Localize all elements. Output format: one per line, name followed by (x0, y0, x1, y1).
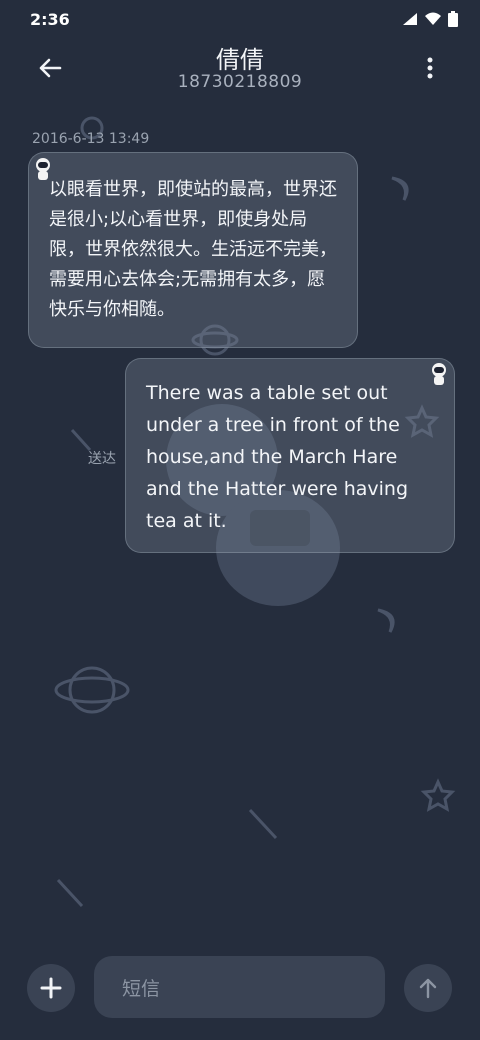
more-vert-icon[interactable] (418, 54, 442, 82)
status-icons (402, 11, 458, 27)
incoming-message-bubble[interactable]: 以眼看世界，即使站的最高，世界还是很小;以心看世界，即使身处局限，世界依然很大。… (28, 152, 358, 348)
send-arrow-icon (419, 978, 437, 999)
message-input[interactable]: 短信 (94, 956, 385, 1018)
add-attachment-button[interactable] (27, 964, 75, 1012)
astronaut-icon (36, 158, 50, 180)
incoming-message-text: 以眼看世界，即使站的最高，世界还是很小;以心看世界，即使身处局限，世界依然很大。… (49, 179, 337, 320)
battery-icon (448, 11, 458, 27)
moon-decoration (377, 608, 395, 633)
meteor-decoration (56, 878, 84, 908)
meteor-decoration (70, 428, 92, 452)
plus-icon (40, 977, 62, 999)
wifi-icon (425, 12, 441, 25)
send-button[interactable] (404, 964, 452, 1012)
moon-decoration (391, 176, 409, 201)
astronaut-icon (432, 363, 446, 385)
planet-decoration (54, 666, 130, 714)
delivery-status: 送达 (88, 451, 116, 467)
message-input-placeholder: 短信 (122, 977, 161, 1000)
meteor-decoration (248, 808, 278, 840)
outgoing-message-text: There was a table set out under a tree i… (146, 382, 409, 532)
star-decoration (420, 778, 456, 812)
status-time: 2:36 (30, 10, 70, 29)
outgoing-message-bubble[interactable]: There was a table set out under a tree i… (125, 358, 455, 553)
message-timestamp: 2016-6-13 13:49 (32, 131, 150, 147)
contact-phone-number: 18730218809 (177, 72, 303, 92)
signal-icon (403, 13, 417, 25)
contact-name: 倩倩 (216, 46, 264, 74)
